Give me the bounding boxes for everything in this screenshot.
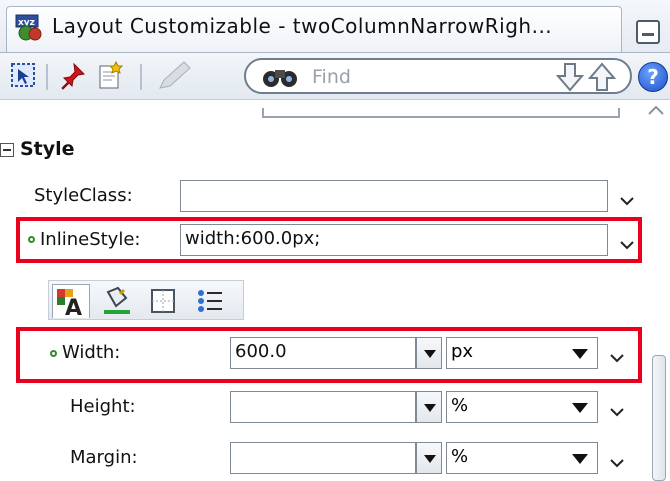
margin-unit-value: % (451, 446, 469, 467)
styleclass-field[interactable] (180, 180, 608, 212)
toolbar-separator (140, 64, 142, 90)
border-icon (151, 289, 175, 313)
margin-field[interactable] (230, 442, 416, 474)
text-icon: A (57, 289, 82, 321)
margin-dropdown-button[interactable] (416, 442, 442, 474)
section-title: Style (20, 138, 75, 160)
down-arrow-icon[interactable] (555, 62, 585, 92)
width-field[interactable]: 600.0 (230, 337, 416, 369)
height-field[interactable] (230, 391, 416, 423)
find-placeholder: Find (312, 66, 351, 88)
inlinestyle-field[interactable]: width:600.0px; (180, 224, 608, 256)
toolbar-separator (46, 64, 48, 90)
select-icon[interactable] (10, 62, 36, 88)
margin-label: Margin: (70, 447, 138, 468)
window-title: Layout Customizable - twoColumnNarrowRig… (52, 14, 553, 38)
scroll-up-icon[interactable] (646, 102, 666, 118)
list-icon (198, 290, 222, 312)
height-dropdown-button[interactable] (416, 391, 442, 423)
scroll-thumb[interactable] (652, 355, 666, 481)
tab-border[interactable] (144, 284, 182, 318)
svg-text:A: A (65, 296, 82, 319)
height-label: Height: (70, 396, 136, 417)
property-set-icon (28, 236, 35, 243)
width-label: Width: (62, 342, 121, 363)
edit-document-icon[interactable] (96, 60, 126, 90)
paint-bucket-icon (104, 286, 130, 314)
property-set-icon (50, 350, 57, 357)
width-unit-value: px (451, 341, 474, 362)
collapse-toggle-icon[interactable] (0, 143, 14, 157)
unit-arrow-icon[interactable] (572, 454, 588, 464)
chevron-down-icon[interactable] (608, 454, 626, 468)
pin-icon[interactable] (60, 62, 88, 90)
width-dropdown-button[interactable] (416, 337, 442, 369)
tab-background[interactable] (98, 284, 136, 318)
help-icon[interactable]: ? (638, 62, 668, 92)
inlinestyle-label: InlineStyle: (40, 229, 141, 250)
chevron-down-icon[interactable] (618, 192, 636, 206)
chevron-down-icon[interactable] (608, 403, 626, 417)
binoculars-icon[interactable] (262, 64, 298, 90)
tab-text[interactable]: A (52, 284, 90, 321)
styleclass-label: StyleClass: (34, 185, 133, 206)
help-label: ? (647, 65, 659, 89)
height-unit-value: % (451, 395, 469, 416)
chevron-down-icon[interactable] (608, 349, 626, 363)
chevron-down-icon[interactable] (618, 236, 636, 250)
section-divider (262, 108, 620, 118)
xyz-components-icon: xyz (14, 14, 46, 42)
unit-arrow-icon[interactable] (572, 403, 588, 413)
up-arrow-icon[interactable] (587, 62, 617, 92)
pencil-icon[interactable] (156, 60, 192, 92)
minimize-button[interactable] (636, 20, 660, 44)
unit-arrow-icon[interactable] (572, 349, 588, 359)
tab-list[interactable] (192, 284, 230, 318)
